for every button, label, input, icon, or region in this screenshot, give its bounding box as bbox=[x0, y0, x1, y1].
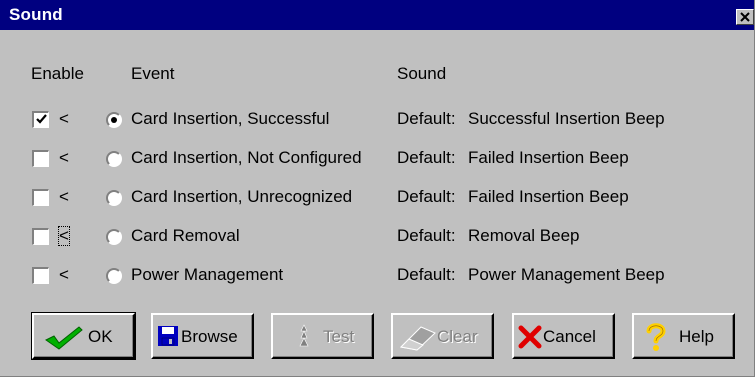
event-row: < Card Insertion, Not Configured Default… bbox=[0, 145, 755, 175]
enable-checkbox[interactable] bbox=[32, 189, 49, 206]
floppy-disk-icon bbox=[158, 326, 178, 346]
event-radio[interactable] bbox=[106, 268, 122, 284]
test-button[interactable]: Test bbox=[271, 313, 374, 359]
sound-prefix: Default: bbox=[397, 148, 456, 167]
red-x-icon bbox=[518, 325, 542, 349]
sound-value: Default: Failed Insertion Beep bbox=[397, 187, 629, 207]
enable-checkbox[interactable] bbox=[32, 267, 49, 284]
event-radio[interactable] bbox=[106, 190, 122, 206]
event-row: < Card Insertion, Successful Default: Suc… bbox=[0, 106, 755, 136]
sound-prefix: Default: bbox=[397, 265, 456, 284]
cancel-button[interactable]: Cancel bbox=[512, 313, 615, 359]
browse-button[interactable]: Browse bbox=[151, 313, 254, 359]
event-radio[interactable] bbox=[106, 151, 122, 167]
question-mark-icon bbox=[646, 323, 666, 351]
event-marker[interactable]: < bbox=[58, 226, 70, 246]
clear-button[interactable]: Clear bbox=[391, 313, 494, 359]
help-label: Help bbox=[679, 327, 714, 346]
sound-value: Default: Removal Beep bbox=[397, 226, 580, 246]
test-label: Test bbox=[323, 327, 355, 346]
checkmark-icon bbox=[36, 114, 47, 124]
close-icon bbox=[740, 12, 750, 22]
sound-value: Default: Power Management Beep bbox=[397, 265, 665, 285]
sound-prefix: Default: bbox=[397, 187, 456, 206]
event-column-header: Event bbox=[131, 64, 175, 83]
enable-checkbox[interactable] bbox=[32, 150, 49, 167]
event-label[interactable]: Card Insertion, Not Configured bbox=[131, 148, 362, 168]
window-title: Sound bbox=[9, 5, 63, 24]
event-label[interactable]: Power Management bbox=[131, 265, 283, 285]
event-radio[interactable] bbox=[106, 229, 122, 245]
event-label[interactable]: Card Insertion, Successful bbox=[131, 109, 329, 129]
enable-checkbox[interactable] bbox=[32, 228, 49, 245]
event-row: < Card Removal Default: Removal Beep bbox=[0, 223, 755, 253]
event-marker: < bbox=[59, 265, 69, 284]
sound-value: Default: Failed Insertion Beep bbox=[397, 148, 629, 168]
browse-label: Browse bbox=[181, 327, 238, 346]
eraser-icon bbox=[399, 326, 436, 351]
event-row: < Card Insertion, Unrecognized Default: F… bbox=[0, 184, 755, 214]
sound-name: Power Management Beep bbox=[468, 265, 665, 284]
sound-dialog: Sound Enable Event Sound < Card Insertio… bbox=[0, 0, 755, 377]
enable-checkbox[interactable] bbox=[32, 111, 49, 128]
sound-name: Successful Insertion Beep bbox=[468, 109, 665, 128]
ok-label: OK bbox=[88, 327, 113, 346]
title-bar[interactable]: Sound bbox=[0, 0, 754, 30]
event-marker: < bbox=[59, 109, 69, 128]
event-label[interactable]: Card Removal bbox=[131, 226, 240, 246]
sound-column-header: Sound bbox=[397, 64, 447, 83]
event-radio[interactable] bbox=[106, 112, 122, 128]
event-marker: < bbox=[59, 148, 69, 167]
sound-name: Failed Insertion Beep bbox=[468, 187, 629, 206]
sound-prefix: Default: bbox=[397, 109, 456, 128]
sound-name: Removal Beep bbox=[468, 226, 580, 245]
clear-label: Clear bbox=[437, 327, 478, 346]
help-button[interactable]: Help bbox=[632, 313, 735, 359]
event-label[interactable]: Card Insertion, Unrecognized bbox=[131, 187, 352, 207]
speaker-icon bbox=[299, 324, 309, 347]
event-marker: < bbox=[59, 187, 69, 206]
sound-value: Default: Successful Insertion Beep bbox=[397, 109, 665, 129]
sound-prefix: Default: bbox=[397, 226, 456, 245]
ok-button[interactable]: OK bbox=[31, 312, 136, 360]
close-button[interactable] bbox=[736, 9, 754, 25]
checkmark-icon bbox=[45, 326, 83, 350]
sound-name: Failed Insertion Beep bbox=[468, 148, 629, 167]
enable-column-header: Enable bbox=[31, 64, 84, 83]
event-row: < Power Management Default: Power Managem… bbox=[0, 262, 755, 292]
cancel-label: Cancel bbox=[543, 327, 596, 346]
